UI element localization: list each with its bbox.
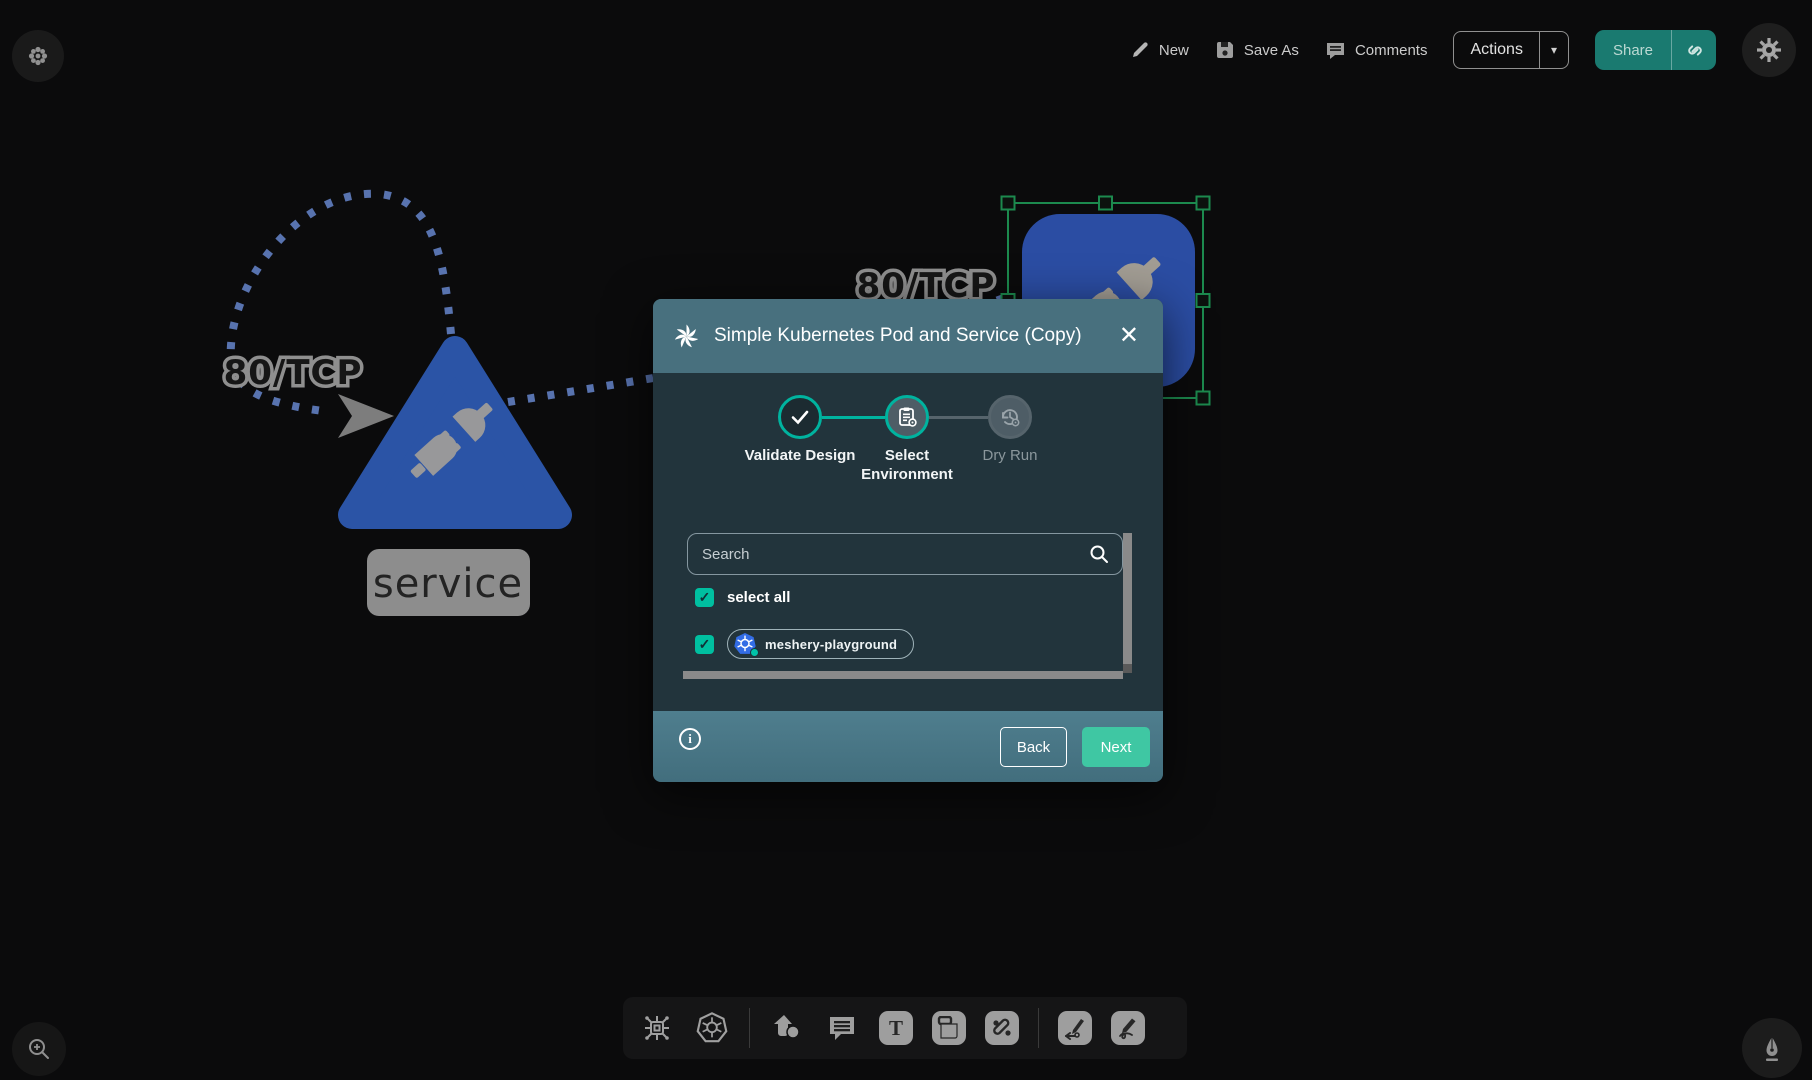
toolbar-divider: [749, 1008, 750, 1048]
pen-tool-button[interactable]: [1742, 1018, 1802, 1078]
pencil-icon: [1130, 40, 1150, 60]
step-label-select-environment: Select Environment: [847, 447, 967, 485]
service-node[interactable]: [352, 350, 558, 515]
comment-icon[interactable]: [824, 1010, 860, 1046]
new-button[interactable]: New: [1130, 40, 1189, 60]
modal-title: Simple Kubernetes Pod and Service (Copy): [714, 325, 1115, 347]
canvas-toolbar: T: [623, 997, 1187, 1059]
select-all-row: ✓ select all: [695, 588, 790, 607]
text-tool-icon[interactable]: T: [879, 1011, 913, 1045]
edge-arrowhead: [338, 394, 394, 438]
top-toolbar: New Save As Comments Actions ▾ Share: [1130, 28, 1796, 72]
save-as-button-label: Save As: [1244, 42, 1299, 59]
step-dry-run[interactable]: [988, 395, 1032, 439]
environment-search-box[interactable]: [687, 533, 1123, 575]
zoom-in-icon: [26, 1036, 52, 1062]
pen-nib-icon: [1758, 1034, 1786, 1062]
step-label-dry-run: Dry Run: [950, 447, 1070, 466]
connection-status-dot: [750, 648, 759, 657]
search-input[interactable]: [702, 546, 1088, 563]
copy-link-icon[interactable]: [1671, 30, 1716, 70]
environment-chip[interactable]: meshery-playground: [727, 629, 914, 659]
freehand-pencil-icon[interactable]: [1111, 1011, 1145, 1045]
step-validate-design[interactable]: [778, 395, 822, 439]
modal-header: Simple Kubernetes Pod and Service (Copy)…: [653, 299, 1163, 373]
edge-pen-icon[interactable]: [1058, 1011, 1092, 1045]
deploy-modal: Simple Kubernetes Pod and Service (Copy)…: [653, 299, 1163, 782]
history-gear-icon: [998, 405, 1022, 429]
clipboard-gear-icon: [895, 405, 919, 429]
save-as-button[interactable]: Save As: [1215, 40, 1299, 60]
comments-button-label: Comments: [1355, 42, 1428, 59]
select-all-checkbox[interactable]: ✓: [695, 588, 714, 607]
actions-dropdown-button[interactable]: Actions ▾: [1453, 31, 1569, 69]
floppy-save-icon: [1215, 40, 1235, 60]
check-icon: [789, 406, 811, 428]
service-node-label: service: [373, 561, 523, 607]
vertical-scrollbar[interactable]: [1123, 533, 1132, 664]
step-connector-2: [929, 416, 988, 419]
new-button-label: New: [1159, 42, 1189, 59]
next-button[interactable]: Next: [1082, 727, 1150, 767]
edge-label-80tcp-loop: 80/TCP: [224, 353, 363, 393]
search-icon[interactable]: [1088, 543, 1110, 565]
component-circuit-icon[interactable]: [639, 1010, 675, 1046]
actions-button-label: Actions: [1454, 32, 1538, 68]
environment-row: ✓ meshery-playground: [695, 629, 914, 659]
modal-footer: i Back Next: [653, 711, 1163, 782]
info-icon[interactable]: i: [679, 728, 701, 750]
close-icon[interactable]: ✕: [1115, 322, 1143, 350]
step-select-environment[interactable]: [885, 395, 929, 439]
share-button[interactable]: Share: [1595, 30, 1716, 70]
step-label-validate-design: Validate Design: [740, 447, 860, 466]
app-menu-button[interactable]: [12, 30, 64, 82]
share-button-label: Share: [1595, 30, 1671, 70]
step-connector-1: [822, 416, 885, 419]
toolbar-divider: [1038, 1008, 1039, 1048]
meshery-logo-icon: [673, 323, 700, 350]
zoom-in-button[interactable]: [12, 1022, 66, 1076]
horizontal-scrollbar[interactable]: [683, 671, 1123, 679]
note-tool-icon[interactable]: [932, 1011, 966, 1045]
settings-button[interactable]: [1742, 23, 1796, 77]
environment-checkbox[interactable]: ✓: [695, 635, 714, 654]
link-tool-icon[interactable]: [985, 1011, 1019, 1045]
environment-name: meshery-playground: [765, 637, 897, 652]
scrollbar-corner: [1123, 664, 1132, 673]
chevron-down-icon[interactable]: ▾: [1539, 32, 1568, 68]
comment-icon: [1325, 40, 1346, 61]
comments-button[interactable]: Comments: [1325, 40, 1428, 61]
back-button[interactable]: Back: [1000, 727, 1067, 767]
select-all-label: select all: [727, 589, 790, 606]
shapes-icon[interactable]: [769, 1010, 805, 1046]
kubernetes-icon[interactable]: [694, 1010, 730, 1046]
meshery-flower-icon: [27, 45, 49, 67]
gear-icon: [1756, 37, 1782, 63]
